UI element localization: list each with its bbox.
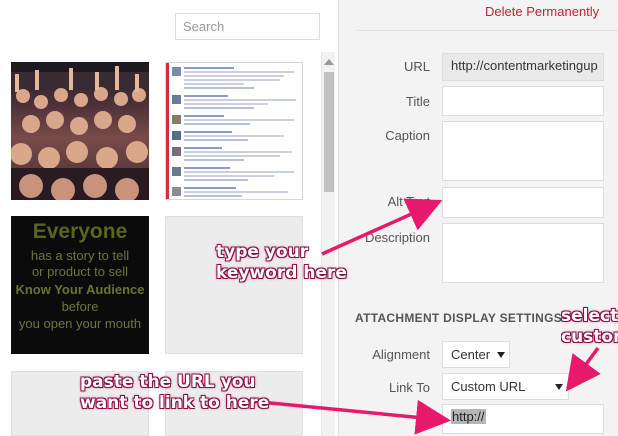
annotation-line: want to link to here: [80, 393, 270, 413]
annotation-type-keyword: type your keyword here: [216, 242, 347, 284]
annotation-paste-url: paste the URL you want to link to here: [80, 372, 269, 414]
annotation-select-custom: select custom: [561, 306, 618, 348]
annotation-line: select: [561, 306, 618, 326]
annotation-line: paste the URL you: [80, 372, 256, 392]
arrow-to-link-to: [565, 346, 601, 392]
annotation-line: type your: [216, 242, 309, 262]
arrow-to-url-field: [239, 398, 451, 435]
annotation-arrows: [239, 198, 601, 435]
annotation-line: custom: [561, 327, 618, 347]
annotation-line: keyword here: [216, 263, 347, 283]
